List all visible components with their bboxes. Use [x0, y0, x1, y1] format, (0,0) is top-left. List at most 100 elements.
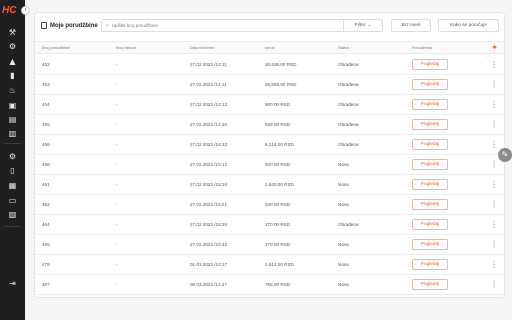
- view-order-button[interactable]: Pogledaj: [412, 119, 448, 130]
- table-row[interactable]: 455 - 27.02.2023./14:30 638.00 RSD Obrađena P…: [35, 115, 504, 135]
- logout-icon[interactable]: ⇥: [8, 279, 17, 288]
- more-options-icon[interactable]: ⋮: [490, 239, 498, 251]
- table-row[interactable]: 462 - 27.02.2023./15:21 540.00 RSD Nova Pogle…: [35, 195, 504, 215]
- cell-status: Obrađena: [338, 102, 359, 107]
- pencil-icon[interactable]: ✎: [498, 148, 512, 162]
- table-row[interactable]: 487 - 06.03.2023./14:47 765.00 RSD Nova Pogle…: [35, 275, 504, 295]
- settings-icon[interactable]: ⚙: [8, 152, 17, 161]
- cell-id: 479: [42, 262, 50, 267]
- cell-status: Nova: [338, 202, 349, 207]
- pin-icon[interactable]: ✦: [491, 43, 498, 52]
- column-header[interactable]: Status: [338, 45, 349, 50]
- cell-amount: 765.00 RSD: [265, 282, 291, 287]
- search-input[interactable]: [111, 23, 352, 28]
- quick-menu-button[interactable]: Brz meni: [391, 19, 431, 32]
- cell-status: Nova: [338, 282, 349, 287]
- wallet-icon[interactable]: ▨: [8, 210, 17, 219]
- more-options-icon[interactable]: ⋮: [490, 119, 498, 131]
- table-row[interactable]: 461 - 27.02.2023./15:16 1,840.00 RSD Nova Pog…: [35, 175, 504, 195]
- cell-datetime: 27.02.2023./14:30: [190, 122, 228, 127]
- cell-id: 454: [42, 102, 50, 107]
- sidebar-divider: [4, 226, 21, 227]
- orders-card: Moje porudžbine ⌕ Filter ⌄ Brz meni Kako…: [34, 12, 505, 298]
- column-header[interactable]: Broj fakture: [116, 45, 136, 50]
- cell-status: Nova: [338, 262, 349, 267]
- cell-status: Obrađena: [338, 142, 359, 147]
- more-options-icon[interactable]: ⋮: [490, 259, 498, 271]
- more-options-icon[interactable]: ⋮: [490, 79, 498, 91]
- cell-invoice: -: [116, 162, 118, 167]
- document-icon[interactable]: ▯: [8, 166, 17, 175]
- invoice-icon[interactable]: ▦: [8, 181, 17, 190]
- view-order-button[interactable]: Pogledaj: [412, 259, 448, 270]
- more-options-icon[interactable]: ⋮: [490, 59, 498, 71]
- box-icon[interactable]: ▥: [8, 129, 17, 138]
- more-options-icon[interactable]: ⋮: [490, 279, 498, 291]
- more-options-icon[interactable]: ⋮: [490, 179, 498, 191]
- cell-status: Obrađena: [338, 82, 359, 87]
- column-header[interactable]: Datum/Vreme: [190, 45, 215, 50]
- view-order-button[interactable]: Pogledaj: [412, 59, 448, 70]
- view-order-button[interactable]: Pogledaj: [412, 239, 448, 250]
- toolbar: Moje porudžbine ⌕ Filter ⌄ Brz meni Kako…: [35, 13, 504, 41]
- how-to-order-button[interactable]: Kako se poručuje: [438, 19, 499, 32]
- search-icon: ⌕: [106, 22, 109, 29]
- sidebar-toggle-button[interactable]: ›: [21, 6, 30, 15]
- cell-amount: 920.00 RSD: [265, 162, 291, 167]
- more-options-icon[interactable]: ⋮: [490, 139, 498, 151]
- cell-datetime: 27.02.2023./15:21: [190, 202, 228, 207]
- table-row[interactable]: 479 - 01.03.2023./10:17 1,612.00 RSD Nova Pog…: [35, 255, 504, 275]
- sidebar: HC › ⚒ ⚙ ▲ ▮ ♨ ▣ ▤ ▥ ⚙ ▯ ▦ ▭ ▨ ⇥: [0, 0, 30, 320]
- cell-datetime: 27.02.2023./15:16: [190, 182, 228, 187]
- cell-amount: 1,612.00 RSD: [265, 262, 294, 267]
- cell-invoice: -: [116, 62, 118, 67]
- view-order-button[interactable]: Pogledaj: [412, 139, 448, 150]
- table-row[interactable]: 456 - 27.02.2023./14:33 6,216.00 RSD Obrađen…: [35, 135, 504, 155]
- column-header[interactable]: Porudžbina: [412, 45, 432, 50]
- tag-icon[interactable]: ▮: [8, 71, 17, 80]
- cell-id: 453: [42, 82, 50, 87]
- view-order-button[interactable]: Pogledaj: [412, 279, 448, 290]
- user-gear-icon[interactable]: ⚙: [8, 42, 17, 51]
- wrench-icon[interactable]: ⚒: [8, 28, 17, 37]
- table-header: Broj porudžbine Broj fakture Datum/Vreme…: [35, 41, 504, 54]
- more-options-icon[interactable]: ⋮: [490, 99, 498, 111]
- more-options-icon[interactable]: ⋮: [490, 219, 498, 231]
- cell-invoice: -: [116, 202, 118, 207]
- cell-id: 452: [42, 62, 50, 67]
- cell-id: 455: [42, 122, 50, 127]
- table-row[interactable]: 454 - 27.02.2023./14:12 900.00 RSD Obrađena P…: [35, 95, 504, 115]
- table-row[interactable]: 465 - 27.02.2023./15:32 270.00 RSD Nova Pogle…: [35, 235, 504, 255]
- more-options-icon[interactable]: ⋮: [490, 159, 498, 171]
- flame-icon[interactable]: ♨: [8, 86, 17, 95]
- cell-invoice: -: [116, 222, 118, 227]
- view-order-button[interactable]: Pogledaj: [412, 79, 448, 90]
- how-to-order-label: Kako se poručuje: [449, 23, 488, 28]
- card-icon[interactable]: ▣: [8, 101, 17, 110]
- calendar-icon[interactable]: ▭: [8, 196, 17, 205]
- view-order-button[interactable]: Pogledaj: [412, 199, 448, 210]
- truck-icon[interactable]: ▲: [8, 57, 17, 66]
- column-header[interactable]: Broj porudžbine: [42, 45, 70, 50]
- table-row[interactable]: 452 - 27.02.2023./14:11 26,636.00 RSD Obrađe…: [35, 55, 504, 75]
- cell-datetime: 27.02.2023./14:33: [190, 142, 228, 147]
- receipt-icon[interactable]: ▤: [8, 115, 17, 124]
- view-order-button[interactable]: Pogledaj: [412, 219, 448, 230]
- filter-button[interactable]: Filter ⌄: [343, 19, 383, 32]
- cell-invoice: -: [116, 102, 118, 107]
- more-options-icon[interactable]: ⋮: [490, 199, 498, 211]
- cell-invoice: -: [116, 282, 118, 287]
- cell-datetime: 27.02.2023./15:32: [190, 242, 228, 247]
- cell-amount: 26,650.00 RSD: [265, 82, 297, 87]
- column-header[interactable]: Iznos: [265, 45, 275, 50]
- table-row[interactable]: 458 - 27.02.2023./15:12 920.00 RSD Nova Pogle…: [35, 155, 504, 175]
- view-order-button[interactable]: Pogledaj: [412, 179, 448, 190]
- cell-invoice: -: [116, 262, 118, 267]
- cell-amount: 270.00 RSD: [265, 222, 291, 227]
- view-order-button[interactable]: Pogledaj: [412, 159, 448, 170]
- view-order-button[interactable]: Pogledaj: [412, 99, 448, 110]
- table-row[interactable]: 516-07.03.2023./11:00403.00 RSDNovaPogle…: [35, 295, 504, 297]
- table-row[interactable]: 464 - 27.02.2023./15:26 270.00 RSD Obrađena P…: [35, 215, 504, 235]
- search-box[interactable]: ⌕: [101, 19, 371, 32]
- table-row[interactable]: 453 - 27.02.2023./14:11 26,650.00 RSD Obrađe…: [35, 75, 504, 95]
